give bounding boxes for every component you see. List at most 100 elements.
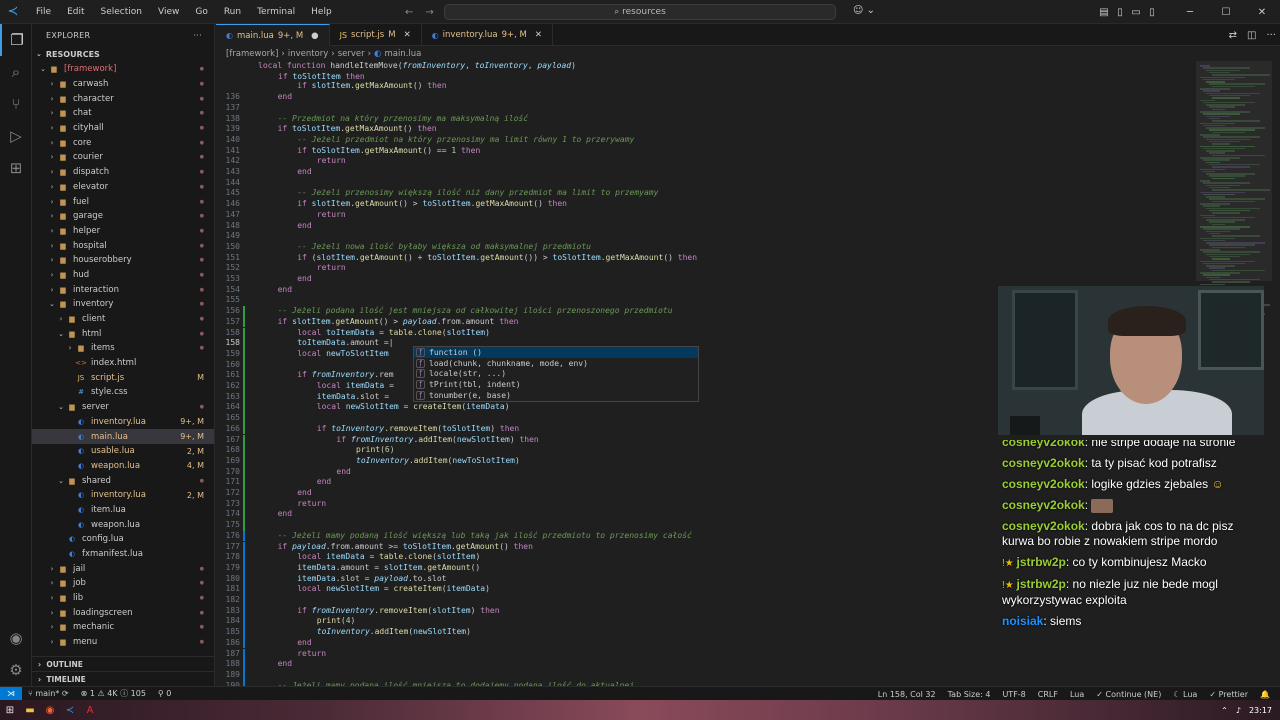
code-line[interactable]: 148 end: [216, 221, 1196, 232]
folder-row[interactable]: › ▆ job ●: [32, 576, 214, 591]
code-line[interactable]: 150 -- Jeżeli nowa ilość byłaby większa o…: [216, 242, 1196, 253]
settings-gear-icon[interactable]: ⚙: [0, 654, 32, 686]
run-debug-icon[interactable]: ▷: [0, 120, 32, 152]
file-row[interactable]: ◐ inventory.lua 9+, M: [32, 415, 214, 430]
code-line[interactable]: 152 return: [216, 263, 1196, 274]
prettier-status[interactable]: ✓ Prettier: [1203, 690, 1254, 699]
menu-terminal[interactable]: Terminal: [249, 0, 303, 24]
tab-inventory-lua[interactable]: ◐ inventory.lua 9+, M ✕: [422, 24, 553, 46]
suggestion-item[interactable]: ƒ tPrint(tbl, indent): [414, 379, 698, 390]
folder-row[interactable]: › ▆ core ●: [32, 135, 214, 150]
cursor-position[interactable]: Ln 158, Col 32: [872, 690, 942, 699]
file-row[interactable]: <> index.html: [32, 356, 214, 371]
minimize-icon[interactable]: ─: [1172, 7, 1208, 18]
code-line[interactable]: 153 end: [216, 274, 1196, 285]
copilot-icon[interactable]: ☺ ⌄: [853, 5, 875, 16]
code-line[interactable]: 138 -- Przedmiot na który przenosimy ma m…: [216, 114, 1196, 125]
outline-section[interactable]: › OUTLINE: [32, 656, 214, 671]
panel-toggle-icon[interactable]: ▭: [1128, 7, 1144, 18]
file-row[interactable]: ◐ inventory.lua 2, M: [32, 488, 214, 503]
file-row[interactable]: ◐ weapon.lua 4, M: [32, 459, 214, 474]
account-icon[interactable]: ◉: [0, 622, 32, 654]
folder-row[interactable]: › ▆ garage ●: [32, 209, 214, 224]
file-row[interactable]: ◐ fxmanifest.lua: [32, 547, 214, 562]
folder-row[interactable]: › ▆ interaction ●: [32, 282, 214, 297]
layout-toggle-icon[interactable]: ▤: [1096, 7, 1112, 18]
folder-row[interactable]: ⌄ ▆ html ●: [32, 326, 214, 341]
code-line[interactable]: 147 return: [216, 210, 1196, 221]
folder-row[interactable]: › ▆ helper ●: [32, 224, 214, 239]
search-icon[interactable]: ⌕: [0, 56, 32, 88]
folder-row[interactable]: › ▆ hud ●: [32, 268, 214, 283]
menu-go[interactable]: Go: [187, 0, 215, 24]
code-line[interactable]: 142 return: [216, 156, 1196, 167]
remote-icon[interactable]: ⋊: [0, 686, 22, 701]
file-row[interactable]: ◐ main.lua 9+, M: [32, 429, 214, 444]
volume-icon[interactable]: ♪: [1236, 706, 1241, 715]
unsaved-dot-icon[interactable]: ●: [311, 31, 318, 41]
breadcrumb-item[interactable]: main.lua: [384, 49, 421, 59]
menu-edit[interactable]: Edit: [59, 0, 92, 24]
folder-row[interactable]: › ▆ elevator ●: [32, 180, 214, 195]
folder-row[interactable]: › ▆ character ●: [32, 91, 214, 106]
notifications-bell-icon[interactable]: 🔔: [1254, 690, 1276, 699]
folder-row[interactable]: › ▆ lib ●: [32, 591, 214, 606]
folder-row[interactable]: › ▆ loadingscreen ●: [32, 605, 214, 620]
code-line[interactable]: 149: [216, 231, 1196, 242]
close-tab-icon[interactable]: ✕: [535, 30, 542, 40]
code-line[interactable]: 188 end: [216, 659, 1196, 670]
menu-selection[interactable]: Selection: [93, 0, 150, 24]
file-row[interactable]: JS script.js M: [32, 370, 214, 385]
code-line[interactable]: 141 if toSlotItem.getMaxAmount() == 1 the…: [216, 146, 1196, 157]
menu-view[interactable]: View: [150, 0, 187, 24]
branch-status[interactable]: ⑂ main* ⟳: [22, 689, 75, 698]
code-line[interactable]: 137: [216, 103, 1196, 114]
source-control-icon[interactable]: ⑂: [0, 88, 32, 120]
split-editor-icon[interactable]: ◫: [1247, 30, 1256, 41]
file-row[interactable]: ◐ config.lua: [32, 532, 214, 547]
suggestion-item[interactable]: ƒ tonumber(e, base): [414, 390, 698, 401]
problems-status[interactable]: ⊗ 1 ⚠ 4K ⓘ 105: [75, 688, 152, 699]
folder-row[interactable]: › ▆ items ●: [32, 341, 214, 356]
breadcrumb-item[interactable]: [framework]: [226, 49, 278, 59]
maximize-icon[interactable]: ☐: [1208, 7, 1244, 18]
code-line[interactable]: 140 -- Jeżeli przedmiot na który przenosi…: [216, 135, 1196, 146]
folder-row[interactable]: › ▆ carwash ●: [32, 77, 214, 92]
timeline-section[interactable]: › TIMELINE: [32, 671, 214, 686]
folder-row[interactable]: › ▆ client ●: [32, 312, 214, 327]
menu-help[interactable]: Help: [303, 0, 340, 24]
back-arrow-icon[interactable]: ←: [405, 7, 413, 18]
folder-row[interactable]: › ▆ fuel ●: [32, 194, 214, 209]
sidebar-toggle-icon[interactable]: ▯: [1112, 7, 1128, 18]
folder-row[interactable]: ⌄ ▆ server ●: [32, 400, 214, 415]
more-actions-icon[interactable]: ···: [193, 31, 202, 40]
extensions-icon[interactable]: ⊞: [0, 152, 32, 184]
tab-size[interactable]: Tab Size: 4: [942, 690, 997, 699]
file-row[interactable]: ◐ usable.lua 2, M: [32, 444, 214, 459]
folder-row[interactable]: › ▆ jail ●: [32, 561, 214, 576]
code-line[interactable]: 187 return: [216, 648, 1196, 660]
language-mode[interactable]: Lua: [1064, 690, 1090, 699]
tab-script-js[interactable]: JS script.js M ✕: [330, 24, 422, 46]
code-line[interactable]: 189: [216, 669, 1196, 681]
folder-row[interactable]: ⌄ ▆ shared ●: [32, 473, 214, 488]
folder-row[interactable]: › ▆ cityhall ●: [32, 121, 214, 136]
code-line[interactable]: 143 end: [216, 167, 1196, 178]
folder-row[interactable]: ⌄ ▆ [framework] ●: [32, 62, 214, 77]
file-row[interactable]: # style.css: [32, 385, 214, 400]
menu-file[interactable]: File: [28, 0, 59, 24]
start-menu-icon[interactable]: ⊞: [0, 700, 20, 720]
folder-row[interactable]: › ▆ dispatch ●: [32, 165, 214, 180]
folder-row[interactable]: › ▆ hospital ●: [32, 238, 214, 253]
workspace-section[interactable]: ⌄ RESOURCES: [32, 46, 214, 62]
vertical-scrollbar[interactable]: [1272, 61, 1280, 686]
close-tab-icon[interactable]: ✕: [404, 30, 411, 40]
vscode-taskbar-icon[interactable]: ≺: [60, 700, 80, 720]
explorer-icon[interactable]: ❐: [0, 24, 32, 56]
app-taskbar-icon[interactable]: A: [80, 700, 100, 720]
tab-main-lua[interactable]: ◐ main.lua 9+, M ●: [216, 24, 330, 46]
secondary-sidebar-toggle-icon[interactable]: ▯: [1144, 7, 1160, 18]
browser-icon[interactable]: ◉: [40, 700, 60, 720]
compare-icon[interactable]: ⇄: [1229, 30, 1237, 41]
tray-chevron-icon[interactable]: ⌃: [1221, 706, 1228, 715]
